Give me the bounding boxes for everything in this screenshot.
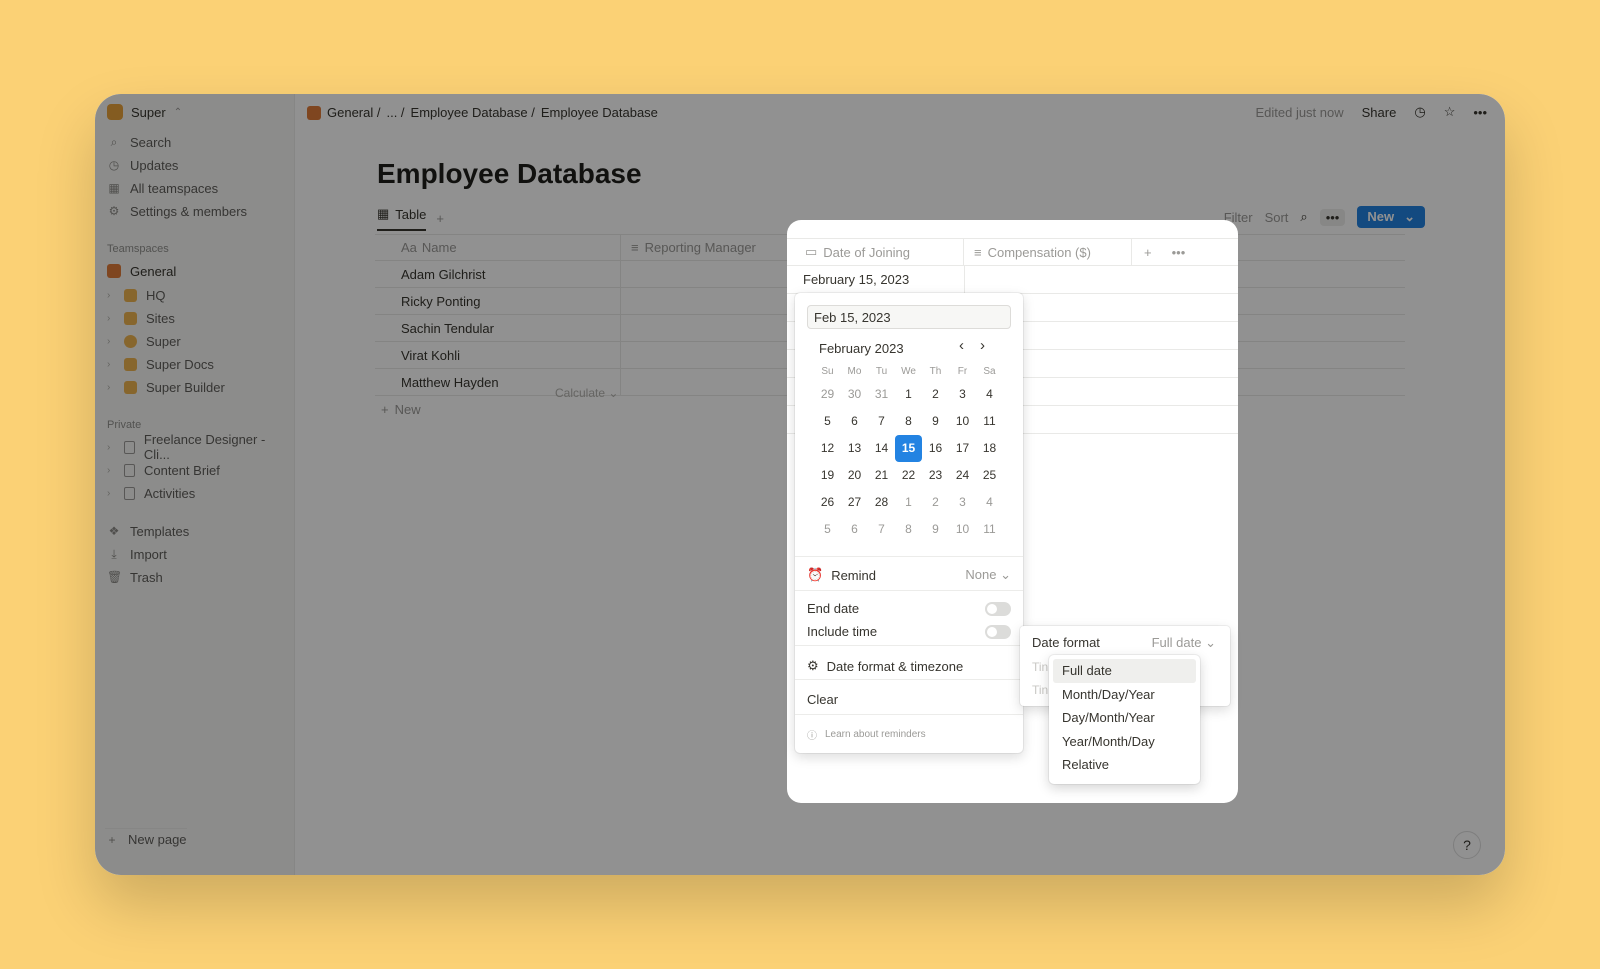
calendar-week: 12 13 14 15 16 17 18 — [814, 435, 1004, 462]
calendar-day[interactable]: 6 — [841, 516, 868, 543]
learn-reminders-link[interactable]: ⓘ Learn about reminders — [807, 727, 1011, 742]
calendar-week: 5 6 7 8 9 10 11 — [814, 516, 1004, 543]
alarm-icon: ⏰ — [807, 567, 824, 582]
more-icon[interactable]: ••• — [1172, 245, 1186, 260]
format-option-full-date[interactable]: Full date — [1053, 659, 1196, 683]
calendar-day[interactable]: 12 — [814, 435, 841, 462]
calendar-day[interactable]: 11 — [976, 408, 1003, 435]
focused-columns-header: ▭ Date of Joining ≡ Compensation ($) + ••• — [787, 238, 1238, 266]
format-option-month-day-year[interactable]: Month/Day/Year — [1053, 683, 1196, 707]
date-cell-row: February 15, 2023 — [787, 266, 1238, 294]
format-option-day-month-year[interactable]: Day/Month/Year — [1053, 706, 1196, 730]
help-circle-icon: ⓘ — [807, 731, 817, 742]
calendar-day[interactable]: 1 — [895, 489, 922, 516]
calendar-day[interactable]: 4 — [976, 489, 1003, 516]
calendar-weeks: 29 30 31 1 2 3 4 5 6 7 8 9 10 11 12 13 14 15 16 17 18 19 20 21 2… — [814, 381, 1004, 543]
include-time-row: Include time — [807, 624, 1011, 639]
format-option-relative[interactable]: Relative — [1053, 753, 1196, 777]
end-date-toggle[interactable] — [985, 601, 1011, 616]
calendar-day[interactable]: 5 — [814, 516, 841, 543]
divider — [795, 556, 1023, 557]
chevron-left-icon[interactable]: ‹ — [959, 337, 964, 354]
date-format-options-menu: Full date Month/Day/Year Day/Month/Year … — [1049, 655, 1200, 784]
calendar-week: 29 30 31 1 2 3 4 — [814, 381, 1004, 408]
calendar-day[interactable]: 28 — [868, 489, 895, 516]
calendar-day[interactable]: 10 — [949, 408, 976, 435]
calendar-day[interactable]: 15 — [895, 435, 922, 462]
text-icon: ≡ — [974, 244, 982, 260]
calendar-day[interactable]: 8 — [895, 408, 922, 435]
month-label: February 2023 — [819, 341, 904, 356]
calendar-day[interactable]: 24 — [949, 462, 976, 489]
calendar-day[interactable]: 2 — [922, 489, 949, 516]
calendar-day[interactable]: 4 — [976, 381, 1003, 408]
calendar-day[interactable]: 11 — [976, 516, 1003, 543]
format-option-year-month-day[interactable]: Year/Month/Day — [1053, 730, 1196, 754]
calendar-day[interactable]: 14 — [868, 435, 895, 462]
compensation-cell[interactable] — [964, 266, 1132, 293]
chevron-right-icon[interactable]: › — [980, 337, 985, 354]
calendar-day[interactable]: 21 — [868, 462, 895, 489]
calendar-day[interactable]: 22 — [895, 462, 922, 489]
column-header-date-of-joining[interactable]: ▭ Date of Joining — [787, 239, 964, 265]
calendar-day[interactable]: 26 — [814, 489, 841, 516]
calendar-day[interactable]: 19 — [814, 462, 841, 489]
calendar-day[interactable]: 25 — [976, 462, 1003, 489]
calendar-day[interactable]: 10 — [949, 516, 976, 543]
end-date-row: End date — [807, 601, 1011, 616]
date-input[interactable] — [807, 305, 1011, 329]
divider — [795, 645, 1023, 646]
column-header-compensation[interactable]: ≡ Compensation ($) — [964, 239, 1132, 265]
calendar-day[interactable]: 5 — [814, 408, 841, 435]
calendar-day[interactable]: 7 — [868, 516, 895, 543]
calendar-day[interactable]: 17 — [949, 435, 976, 462]
calendar-week: 19 20 21 22 23 24 25 — [814, 462, 1004, 489]
remind-row[interactable]: ⏰ Remind None ⌄ — [807, 567, 1011, 583]
calendar-day[interactable]: 16 — [922, 435, 949, 462]
calendar-day[interactable]: 31 — [868, 381, 895, 408]
calendar-day[interactable]: 3 — [949, 381, 976, 408]
calendar-day[interactable]: 29 — [814, 381, 841, 408]
add-column-icon[interactable]: + — [1144, 245, 1152, 260]
calendar-day[interactable]: 1 — [895, 381, 922, 408]
calendar-day[interactable]: 6 — [841, 408, 868, 435]
calendar-day[interactable]: 27 — [841, 489, 868, 516]
weekday-header: Su Mo Tu We Th Fr Sa — [821, 366, 996, 377]
date-of-joining-cell[interactable]: February 15, 2023 — [787, 266, 964, 293]
calendar-day[interactable]: 20 — [841, 462, 868, 489]
date-picker-popover: February 2023 ‹ › Su Mo Tu We Th Fr Sa 2… — [795, 293, 1023, 753]
calendar-day[interactable]: 23 — [922, 462, 949, 489]
calendar-week: 5 6 7 8 9 10 11 — [814, 408, 1004, 435]
calendar-grid: Su Mo Tu We Th Fr Sa 29 30 31 1 2 3 4 5 6 7 8 9 10 11… — [814, 363, 1004, 543]
calendar-icon: ▭ — [805, 244, 818, 259]
divider — [795, 714, 1023, 715]
date-format-timezone-row[interactable]: ⚙ Date format & timezone — [807, 658, 1011, 674]
calendar-day[interactable]: 9 — [922, 516, 949, 543]
calendar-day[interactable]: 30 — [841, 381, 868, 408]
divider — [795, 590, 1023, 591]
date-format-row[interactable]: Date format Full date ⌄ — [1032, 635, 1216, 651]
calendar-day[interactable]: 13 — [841, 435, 868, 462]
include-time-toggle[interactable] — [985, 624, 1011, 639]
calendar-week: 26 27 28 1 2 3 4 — [814, 489, 1004, 516]
calendar-day[interactable]: 3 — [949, 489, 976, 516]
column-actions: + ••• — [1132, 239, 1185, 265]
calendar-day[interactable]: 9 — [922, 408, 949, 435]
calendar-day[interactable]: 8 — [895, 516, 922, 543]
divider — [795, 679, 1023, 680]
remind-select[interactable]: None ⌄ — [965, 567, 1011, 583]
clear-button[interactable]: Clear — [807, 692, 1011, 707]
calendar-day[interactable]: 2 — [922, 381, 949, 408]
calendar-day[interactable]: 7 — [868, 408, 895, 435]
date-format-select[interactable]: Full date ⌄ — [1152, 635, 1216, 651]
gear-icon: ⚙ — [807, 658, 819, 673]
calendar-day[interactable]: 18 — [976, 435, 1003, 462]
